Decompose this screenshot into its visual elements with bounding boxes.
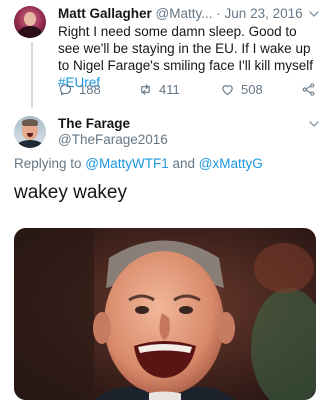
tweet-photo[interactable] [14,228,316,400]
separator-dot: · [216,6,221,21]
replying-to-line: Replying to @MattyWTF1 and @xMattyG [14,156,263,171]
reply-icon [59,84,72,96]
reply-count: 188 [79,82,101,97]
author-handle[interactable]: @TheFarage2016 [58,132,168,147]
replying-to-label: Replying to [14,156,86,171]
author-name[interactable]: The Farage [58,116,130,131]
chevron-down-icon[interactable] [308,118,320,130]
replying-to-conjunction: and [168,156,199,171]
mention-link[interactable]: @MattyWTF1 [85,156,168,171]
tweet-header: Matt Gallagher @Matty... · Jun 23, 2016 [58,6,303,21]
mention-link[interactable]: @xMattyG [199,156,263,171]
tweet-text: Right I need some damn sleep. Good to se… [58,23,320,91]
retweet-button[interactable]: 411 [138,82,180,97]
chevron-down-icon[interactable] [308,8,320,20]
retweet-count: 411 [159,82,180,97]
author-handle[interactable]: @Matty... [156,6,213,21]
tweet-actions: 188 411 508 [58,82,320,98]
retweet-icon [141,84,150,95]
share-icon [302,83,315,96]
avatar[interactable] [14,6,46,38]
tweet-reply[interactable]: The Farage @TheFarage2016 Replying to @M… [0,110,330,412]
tweet-original[interactable]: Matt Gallagher @Matty... · Jun 23, 2016 … [0,0,330,110]
avatar[interactable] [14,116,46,148]
tweet-body-text: Right I need some damn sleep. Good to se… [58,24,313,73]
like-icon [222,85,233,96]
like-count: 508 [241,82,263,97]
tweet-text: wakey wakey [14,182,127,203]
tweet-date[interactable]: Jun 23, 2016 [225,6,303,21]
author-name[interactable]: Matt Gallagher [58,6,152,21]
like-button[interactable]: 508 [220,82,263,97]
share-button[interactable] [301,82,316,97]
reply-button[interactable]: 188 [58,82,101,97]
